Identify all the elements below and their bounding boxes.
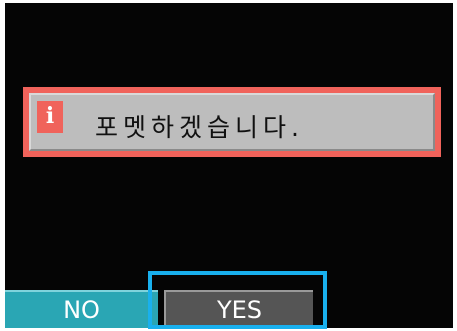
info-icon: i [37, 101, 63, 133]
yes-button[interactable]: YES [164, 290, 313, 328]
format-confirm-dialog: i 포멧하겠습니다. [23, 87, 441, 157]
no-button[interactable]: NO [5, 290, 158, 328]
camera-lcd-screen: i 포멧하겠습니다. NO YES [5, 3, 453, 328]
dialog-panel: i 포멧하겠습니다. [29, 93, 435, 151]
dialog-message: 포멧하겠습니다. [95, 113, 304, 142]
